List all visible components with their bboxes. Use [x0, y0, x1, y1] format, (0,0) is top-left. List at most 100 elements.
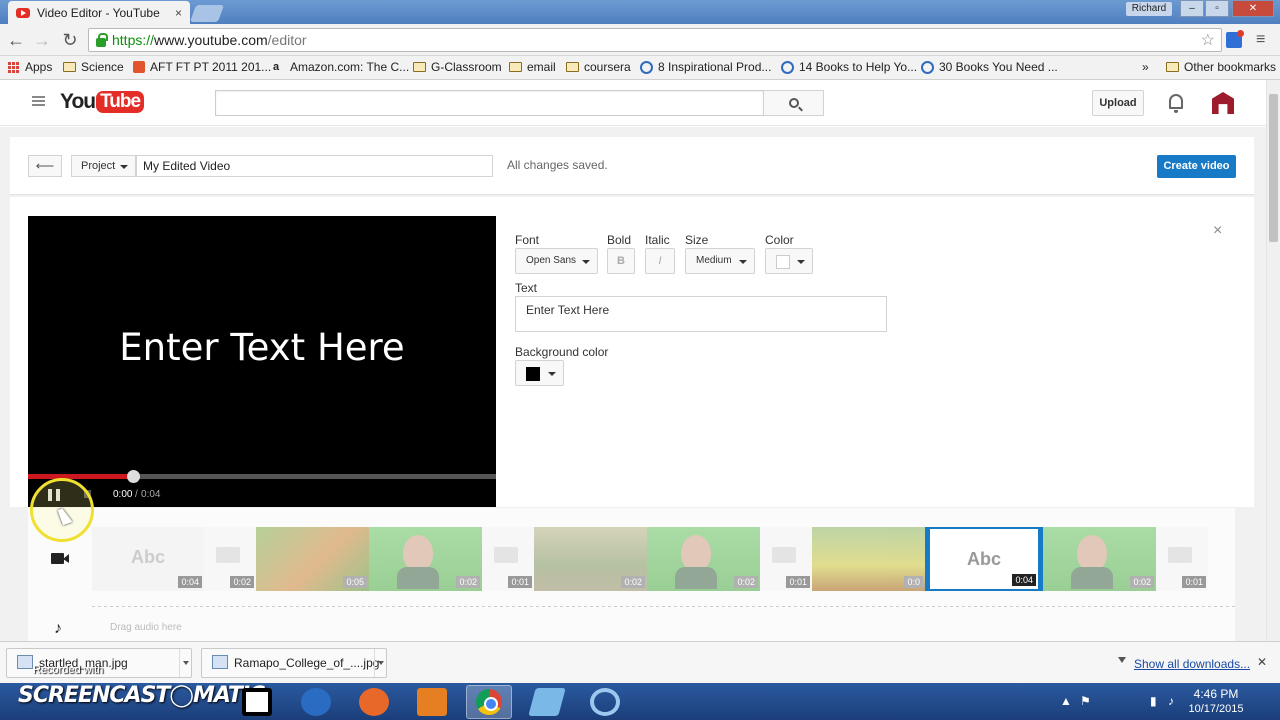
download-item[interactable]: Ramapo_College_of_....jpg	[201, 648, 387, 678]
bookmark-item[interactable]: AFT FT PT 2011 201...	[133, 60, 271, 74]
apps-launcher-icon[interactable]	[417, 688, 447, 716]
chrome-menu-icon[interactable]: ≡	[1256, 32, 1270, 48]
timeline-clip[interactable]: Abc 0:04	[92, 527, 204, 591]
notifications-bell-icon[interactable]	[1169, 94, 1183, 113]
show-all-downloads-link[interactable]: Show all downloads...	[1134, 657, 1250, 671]
guide-menu-icon[interactable]	[32, 96, 45, 106]
clip-duration: 0:02	[230, 576, 254, 588]
italic-toggle[interactable]: I	[645, 248, 675, 274]
address-bar[interactable]: https:// www.youtube.com /editor ☆	[88, 28, 1222, 52]
clip-duration: 0:0	[904, 576, 923, 588]
youtube-favicon-icon	[16, 7, 30, 18]
tray-expand-icon[interactable]: ▲	[1060, 694, 1072, 708]
bookmarks-overflow[interactable]: »	[1142, 60, 1149, 74]
bookmark-star-icon[interactable]: ☆	[1201, 30, 1215, 50]
bookmark-item[interactable]: 8 Inspirational Prod...	[640, 60, 771, 74]
timeline-clip[interactable]: 0:01	[760, 527, 812, 591]
timeline-clip[interactable]: 0:02	[1043, 527, 1156, 591]
profile-badge[interactable]: Richard	[1126, 2, 1172, 16]
progress-scrubber-handle[interactable]	[127, 470, 141, 483]
circle-icon	[921, 60, 934, 74]
channel-avatar-icon[interactable]	[1212, 92, 1234, 114]
overlay-text-field[interactable]: Enter Text Here	[515, 296, 887, 332]
page-scrollbar[interactable]	[1266, 80, 1280, 641]
create-video-button[interactable]: Create video	[1157, 155, 1236, 178]
taskbar-app-icon[interactable]	[301, 688, 331, 716]
url-host: www.youtube.com	[154, 32, 268, 48]
bookmark-label: coursera	[584, 60, 631, 74]
bookmark-item[interactable]: Science	[63, 60, 124, 74]
progress-track[interactable]	[28, 470, 496, 483]
close-icon[interactable]: ✕	[1257, 655, 1267, 669]
size-dropdown[interactable]: Medium	[685, 248, 755, 274]
search-button[interactable]	[763, 90, 824, 116]
bookmark-apps[interactable]: Apps	[8, 60, 52, 74]
taskbar-app-icon[interactable]	[242, 688, 272, 716]
timeline-clip[interactable]: 0:0	[812, 527, 925, 591]
timeline-clip[interactable]: 0:02	[204, 527, 256, 591]
volume-tray-icon[interactable]: ♪	[1168, 694, 1174, 708]
italic-label: Italic	[645, 233, 670, 247]
bookmark-item[interactable]: email	[509, 60, 556, 74]
bookmark-item[interactable]: a Amazon.com: The C...	[273, 60, 409, 74]
bold-label: Bold	[607, 233, 632, 247]
upload-button[interactable]: Upload	[1092, 90, 1144, 116]
bookmark-label: Amazon.com: The C...	[290, 60, 410, 74]
taskbar-app-icon[interactable]	[590, 688, 620, 716]
bookmark-item[interactable]: 30 Books You Need ...	[921, 60, 1058, 74]
bold-toggle[interactable]: B	[607, 248, 635, 274]
audio-drop-hint: Drag audio here	[110, 622, 182, 633]
download-filename: Ramapo_College_of_....jpg	[234, 656, 380, 670]
timeline-clip[interactable]: 0:02	[534, 527, 647, 591]
search-input[interactable]	[215, 90, 764, 116]
chevron-down-icon[interactable]	[374, 649, 386, 677]
font-dropdown[interactable]: Open Sans	[515, 248, 598, 274]
save-status: All changes saved.	[507, 158, 608, 172]
timeline-clip-selected[interactable]: Abc 0:04	[925, 527, 1043, 591]
project-dropdown[interactable]: Project	[71, 155, 136, 177]
other-bookmarks[interactable]: Other bookmarks	[1166, 60, 1276, 74]
clock-time[interactable]: 4:46 PM	[1188, 687, 1244, 701]
bookmarks-bar: Apps Science AFT FT PT 2011 201... a Amaz…	[0, 56, 1280, 80]
search-icon	[789, 98, 799, 108]
window-close-button[interactable]: ✕	[1232, 0, 1274, 17]
clip-duration: 0:01	[1182, 576, 1206, 588]
network-icon[interactable]: ▮	[1150, 694, 1157, 708]
tray-flag-icon[interactable]: ⚑	[1080, 694, 1091, 708]
reload-icon[interactable]: ↻	[60, 30, 80, 50]
new-tab-button[interactable]	[189, 5, 225, 22]
timeline-clip[interactable]: 0:02	[647, 527, 760, 591]
back-button[interactable]: ⟵	[28, 155, 62, 177]
video-preview-player[interactable]: Enter Text Here 0:00 / 0:04	[28, 216, 496, 507]
tab-close-icon[interactable]: ×	[175, 6, 182, 20]
maximize-button[interactable]: ▫	[1205, 0, 1229, 17]
timeline-clip[interactable]: 0:01	[1156, 527, 1208, 591]
bookmark-item[interactable]: coursera	[566, 60, 631, 74]
chevron-down-icon[interactable]	[179, 649, 191, 677]
forward-arrow-icon[interactable]: →	[32, 30, 52, 50]
chevron-down-icon	[739, 260, 747, 264]
tab-video-editor[interactable]: Video Editor - YouTube ×	[8, 1, 190, 24]
bookmark-item[interactable]: G-Classroom	[413, 60, 502, 74]
folder-icon	[509, 62, 522, 72]
timeline-clip[interactable]: 0:02	[369, 527, 482, 591]
time-total: 0:04	[141, 489, 161, 500]
scrollbar-thumb[interactable]	[1269, 94, 1278, 242]
timeline-clip[interactable]: 0:05	[256, 527, 369, 591]
bookmark-item[interactable]: 14 Books to Help Yo...	[781, 60, 917, 74]
back-arrow-icon[interactable]: ←	[6, 30, 26, 50]
youtube-logo[interactable]: You Tube	[60, 90, 145, 114]
project-name-field[interactable]: My Edited Video	[136, 155, 493, 177]
close-icon[interactable]: ×	[1213, 222, 1222, 240]
clock-date[interactable]: 10/17/2015	[1188, 703, 1244, 715]
url-scheme: https://	[112, 32, 155, 48]
background-color-picker[interactable]	[515, 360, 564, 386]
clip-duration: 0:01	[508, 576, 532, 588]
firefox-icon[interactable]	[359, 688, 389, 716]
timeline-clip[interactable]: 0:01	[482, 527, 534, 591]
extension-icon[interactable]	[1226, 30, 1244, 48]
minimize-button[interactable]: –	[1180, 0, 1204, 17]
secure-lock-icon	[96, 32, 108, 47]
text-color-picker[interactable]	[765, 248, 813, 274]
bookmark-label: email	[527, 60, 556, 74]
